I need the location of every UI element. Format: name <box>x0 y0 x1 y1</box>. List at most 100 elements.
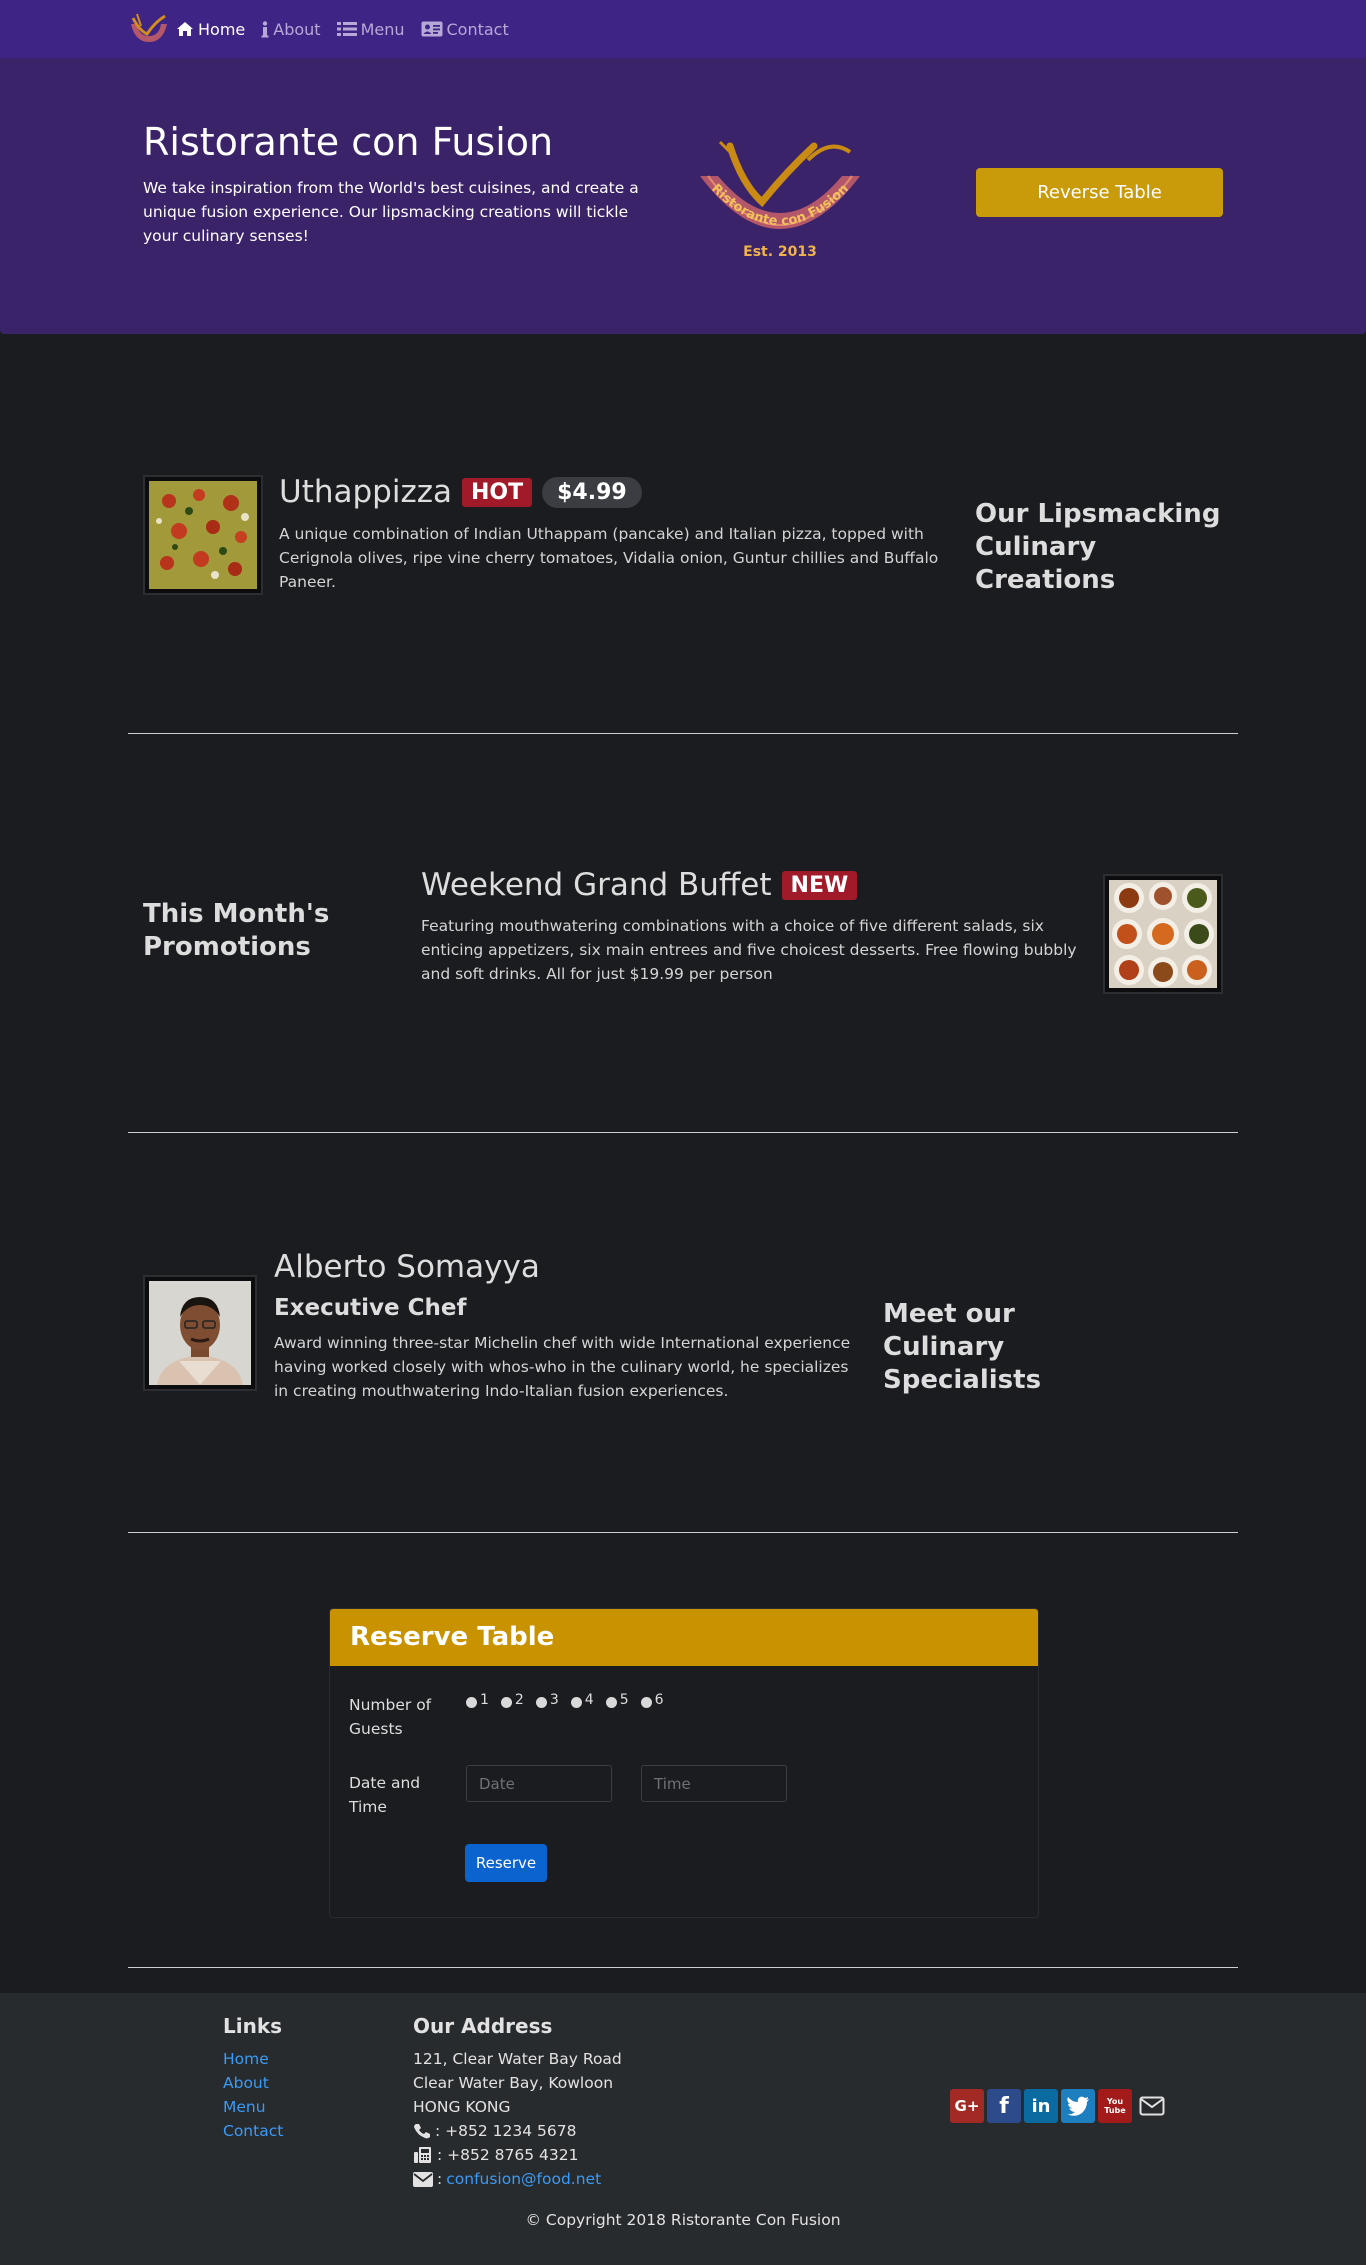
facebook-label: f <box>999 2093 1009 2119</box>
linkedin-label: in <box>1031 2095 1051 2117</box>
dish-heading: Uthappizza HOT $4.99 <box>279 474 642 510</box>
facebook-icon[interactable]: f <box>987 2089 1021 2123</box>
mail-outline <box>1139 2096 1165 2116</box>
footer-link-item: Home <box>223 2047 283 2071</box>
logo-est-text: Est. 2013 <box>743 244 817 260</box>
footer-links: Home About Menu Contact <box>223 2047 283 2143</box>
google-plus-label: G+ <box>954 2097 980 2115</box>
linkedin-icon[interactable]: in <box>1024 2089 1058 2123</box>
guests-radio-group: 1 2 3 4 5 6 <box>466 1691 664 1708</box>
home-icon <box>177 22 193 36</box>
restaurant-logo: Ristorante con Fusion Est. 2013 <box>700 140 860 260</box>
google-plus-icon[interactable]: G+ <box>950 2089 984 2123</box>
phone-icon <box>414 2124 430 2139</box>
section-divider <box>128 1132 1238 1133</box>
info-icon <box>261 20 269 37</box>
leader-photo[interactable] <box>143 1275 257 1391</box>
footer-link-home[interactable]: Home <box>223 2050 269 2068</box>
dish-image[interactable] <box>143 475 263 595</box>
phone-row: : +852 1234 5678 <box>413 2119 622 2143</box>
radio-circle[interactable] <box>500 1697 512 1708</box>
svg-text:Ristorante con Fusion: Ristorante con Fusion <box>708 181 852 229</box>
guest-option-6[interactable]: 6 <box>640 1691 664 1708</box>
guest-option-2[interactable]: 2 <box>500 1691 524 1708</box>
reserve-table-button[interactable]: Reverse Table <box>976 168 1223 217</box>
section-divider <box>128 1532 1238 1533</box>
promotion-description: Featuring mouthwatering combinations wit… <box>421 917 1077 983</box>
footer-links-title: Links <box>223 2014 283 2038</box>
reserve-card-header: Reserve Table <box>330 1609 1038 1666</box>
dish-section-title: Our Lipsmacking Culinary Creations <box>975 499 1221 595</box>
leader-description: Award winning three-star Michelin chef w… <box>274 1334 851 1400</box>
guest-option-5[interactable]: 5 <box>605 1691 629 1708</box>
time-input[interactable] <box>641 1765 787 1802</box>
envelope-icon <box>413 2171 433 2187</box>
leader-name: Alberto Somayya <box>274 1249 540 1285</box>
radio-circle[interactable] <box>605 1697 617 1708</box>
fax-number: : +852 8765 4321 <box>437 2146 579 2164</box>
guest-option-1[interactable]: 1 <box>466 1691 489 1708</box>
reserve-submit-button[interactable]: Reserve <box>465 1844 547 1882</box>
radio-circle[interactable] <box>640 1697 652 1708</box>
promotion-section-title: This Month's Promotions <box>143 899 330 962</box>
nav-contact[interactable]: Contact <box>421 20 509 39</box>
reserve-table-card: Reserve Table Number of Guests 1 2 3 4 5… <box>329 1608 1039 1918</box>
guest-option-label: 6 <box>654 1691 664 1708</box>
jumbotron: Ristorante con Fusion We take inspiratio… <box>0 58 1366 334</box>
pizza-picture <box>149 481 257 589</box>
guest-option-label: 1 <box>480 1691 489 1708</box>
hot-badge: HOT <box>462 477 533 507</box>
date-input[interactable] <box>466 1765 612 1802</box>
restaurant-title: Ristorante con Fusion <box>143 120 554 164</box>
footer-address-title: Our Address <box>413 2014 553 2038</box>
radio-circle[interactable] <box>570 1697 582 1708</box>
address-line: 121, Clear Water Bay Road <box>413 2050 622 2068</box>
copyright: © Copyright 2018 Ristorante Con Fusion <box>525 2211 841 2229</box>
radio-circle[interactable] <box>535 1697 547 1708</box>
phone-number: : +852 1234 5678 <box>435 2122 577 2140</box>
nav-menu-link[interactable]: Menu <box>336 19 405 39</box>
guest-option-4[interactable]: 4 <box>570 1691 594 1708</box>
footer-link-menu[interactable]: Menu <box>223 2098 266 2116</box>
datetime-label: Date and Time <box>349 1774 421 1816</box>
footer-link-item: Contact <box>223 2119 283 2143</box>
reserve-card-title: Reserve Table <box>350 1622 555 1652</box>
youtube-icon[interactable]: You Tube <box>1098 2089 1132 2123</box>
twitter-bird <box>1067 2096 1089 2116</box>
guest-option-3[interactable]: 3 <box>535 1691 559 1708</box>
social-links: G+ f in You Tube <box>950 2089 1169 2123</box>
email-prefix: : <box>437 2170 443 2188</box>
radio-circle[interactable] <box>466 1697 477 1708</box>
nav-about[interactable]: About <box>261 19 321 39</box>
nav-menu-label: Menu <box>360 19 405 39</box>
restaurant-tagline: We take inspiration from the World's bes… <box>143 179 639 245</box>
brand-logo[interactable] <box>127 12 169 46</box>
promotion-name: Weekend Grand Buffet <box>421 867 772 903</box>
nav-contact-label: Contact <box>446 19 509 39</box>
promotion-image[interactable] <box>1103 874 1223 994</box>
email-row: : confusion@food.net <box>413 2167 622 2191</box>
guests-label: Number of Guests <box>349 1696 432 1738</box>
price-badge: $4.99 <box>542 476 642 508</box>
dish-description: A unique combination of Indian Uthappam … <box>279 525 939 591</box>
leader-section-title: Meet our Culinary Specialists <box>883 1299 1042 1395</box>
section-divider <box>128 733 1238 734</box>
buffet-picture <box>1109 880 1217 988</box>
youtube-label: You Tube <box>1104 2097 1126 2115</box>
chef-portrait <box>149 1281 251 1385</box>
guest-option-label: 4 <box>584 1691 594 1708</box>
nav-home[interactable]: Home <box>176 20 245 39</box>
footer-link-contact[interactable]: Contact <box>223 2122 283 2140</box>
footer-link-about[interactable]: About <box>223 2074 269 2092</box>
address-card-icon <box>421 21 442 37</box>
new-badge: NEW <box>781 870 858 900</box>
leader-designation: Executive Chef <box>274 1295 467 1321</box>
promotion-heading: Weekend Grand Buffet NEW <box>421 867 858 903</box>
mail-icon[interactable] <box>1135 2089 1169 2123</box>
twitter-icon[interactable] <box>1061 2089 1095 2123</box>
section-divider <box>128 1967 1238 1968</box>
nav-home-label: Home <box>198 19 246 39</box>
email-link[interactable]: confusion@food.net <box>446 2167 601 2191</box>
fax-row: : +852 8765 4321 <box>413 2143 622 2167</box>
nav-about-label: About <box>273 19 321 39</box>
